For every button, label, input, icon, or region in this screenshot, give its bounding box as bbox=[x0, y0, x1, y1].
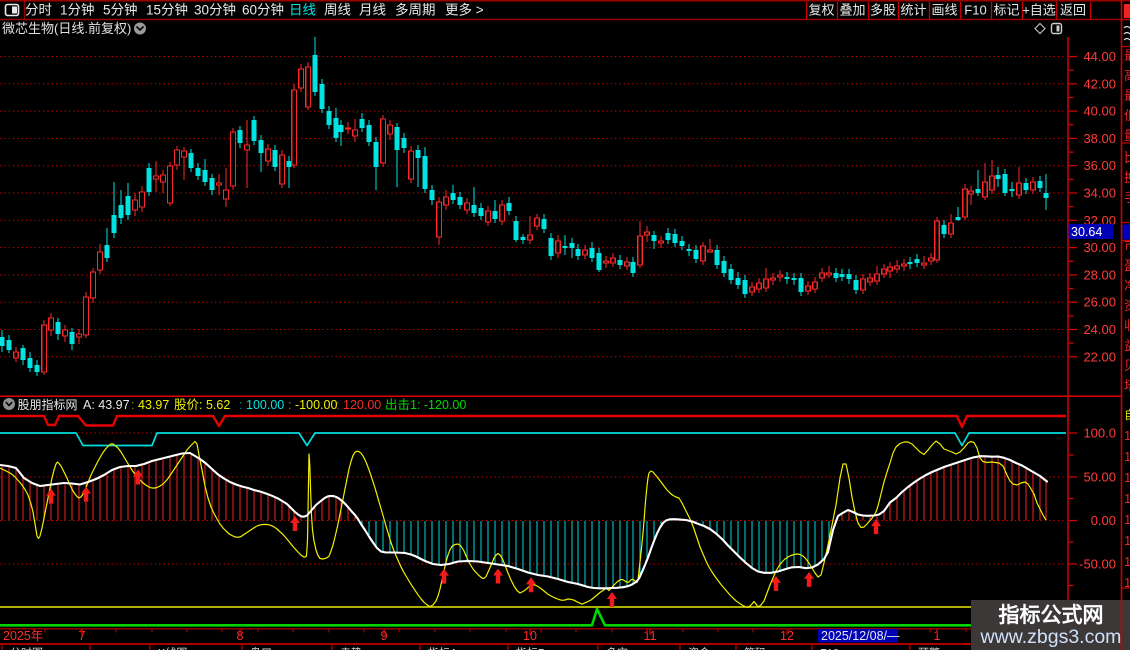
svg-text:多周期: 多周期 bbox=[395, 2, 436, 18]
svg-text:22.00: 22.00 bbox=[1083, 349, 1116, 364]
svg-text:F10: F10 bbox=[964, 3, 986, 18]
svg-text:28.00: 28.00 bbox=[1083, 267, 1116, 282]
svg-text:10: 10 bbox=[1124, 491, 1130, 506]
svg-text:指标公式网: 指标公式网 bbox=[999, 603, 1104, 627]
svg-text:返回: 返回 bbox=[1060, 3, 1086, 18]
svg-text:2025年: 2025年 bbox=[3, 629, 43, 643]
svg-text:叠加: 叠加 bbox=[839, 3, 865, 18]
svg-text:画线: 画线 bbox=[931, 3, 957, 18]
svg-text:分时图: 分时图 bbox=[10, 647, 43, 650]
svg-text:30.64: 30.64 bbox=[1071, 225, 1102, 239]
svg-text:10: 10 bbox=[1124, 512, 1130, 527]
svg-text:多股: 多股 bbox=[870, 3, 896, 18]
svg-text:60分钟: 60分钟 bbox=[242, 2, 284, 18]
svg-text:A: 43.97: A: 43.97 bbox=[83, 398, 130, 412]
svg-text:36.00: 36.00 bbox=[1083, 158, 1116, 173]
svg-text:24.00: 24.00 bbox=[1083, 322, 1116, 337]
svg-text:40.00: 40.00 bbox=[1083, 104, 1116, 119]
svg-text:26.00: 26.00 bbox=[1083, 295, 1116, 310]
svg-text:复权: 复权 bbox=[808, 3, 834, 18]
svg-text:15分钟: 15分钟 bbox=[146, 2, 188, 18]
svg-text:42.00: 42.00 bbox=[1083, 76, 1116, 91]
svg-text:34.00: 34.00 bbox=[1083, 186, 1116, 201]
svg-text:10: 10 bbox=[1124, 449, 1130, 464]
svg-text:最: 最 bbox=[1124, 88, 1130, 103]
svg-text:高: 高 bbox=[1124, 68, 1130, 83]
svg-text:收: 收 bbox=[1124, 318, 1130, 333]
svg-text:周线: 周线 bbox=[324, 3, 351, 18]
svg-text::: : bbox=[239, 398, 242, 412]
svg-text:益: 益 bbox=[1124, 338, 1130, 353]
svg-text:低: 低 bbox=[1124, 108, 1130, 123]
svg-text:44.00: 44.00 bbox=[1083, 49, 1116, 64]
svg-text:-50.00: -50.00 bbox=[1079, 557, 1116, 572]
svg-text:0.00: 0.00 bbox=[1091, 513, 1116, 528]
svg-text::: : bbox=[131, 398, 134, 412]
svg-text:分时: 分时 bbox=[25, 3, 52, 18]
svg-text:www.zbgs3.com: www.zbgs3.com bbox=[980, 626, 1122, 648]
svg-text:标记: 标记 bbox=[993, 3, 1019, 18]
svg-text:盈: 盈 bbox=[1124, 258, 1130, 273]
svg-text:日线: 日线 bbox=[289, 3, 316, 18]
svg-text:换: 换 bbox=[1124, 170, 1130, 185]
svg-text:量: 量 bbox=[1124, 128, 1130, 143]
svg-text:-100.00: -100.00 bbox=[295, 398, 337, 412]
svg-text:10: 10 bbox=[1124, 428, 1130, 443]
svg-text:塔: 塔 bbox=[1124, 378, 1130, 393]
svg-text:比: 比 bbox=[1124, 150, 1130, 165]
svg-text:50.00: 50.00 bbox=[1083, 470, 1116, 485]
svg-text:10: 10 bbox=[1124, 575, 1130, 590]
svg-text:最: 最 bbox=[1124, 48, 1130, 63]
svg-text:100.00: 100.00 bbox=[246, 398, 284, 412]
svg-text:市: 市 bbox=[1124, 238, 1130, 253]
svg-text:微芯生物(日线.前复权): 微芯生物(日线.前复权) bbox=[2, 21, 131, 36]
svg-text:净: 净 bbox=[1124, 278, 1130, 293]
svg-text:30.00: 30.00 bbox=[1083, 240, 1116, 255]
svg-text:10: 10 bbox=[1124, 554, 1130, 569]
svg-text:出击1: -120.00: 出击1: -120.00 bbox=[385, 398, 466, 412]
svg-text:走势: 走势 bbox=[340, 647, 362, 650]
svg-text::: : bbox=[336, 398, 339, 412]
svg-text:38.00: 38.00 bbox=[1083, 131, 1116, 146]
svg-text:1分钟: 1分钟 bbox=[60, 2, 95, 18]
svg-text:股价: 5.62: 股价: 5.62 bbox=[174, 398, 230, 412]
svg-text:43.97: 43.97 bbox=[138, 398, 169, 412]
svg-text:手: 手 bbox=[1124, 190, 1130, 205]
svg-text:10: 10 bbox=[1124, 470, 1130, 485]
svg-text:10: 10 bbox=[1124, 533, 1130, 548]
svg-text:贝: 贝 bbox=[1124, 358, 1130, 373]
svg-text:+自选: +自选 bbox=[1022, 3, 1056, 18]
svg-text:更多 >: 更多 > bbox=[445, 2, 484, 18]
svg-text:统计: 统计 bbox=[900, 3, 926, 18]
svg-text:月线: 月线 bbox=[359, 3, 386, 18]
svg-text:资: 资 bbox=[1124, 298, 1130, 313]
svg-text:100.0: 100.0 bbox=[1083, 426, 1116, 441]
svg-text:5分钟: 5分钟 bbox=[103, 2, 138, 18]
svg-text::: : bbox=[288, 398, 291, 412]
svg-text:自: 自 bbox=[1124, 408, 1130, 422]
svg-text:2025/12/08/—: 2025/12/08/— bbox=[821, 629, 900, 643]
svg-text:120.00: 120.00 bbox=[343, 398, 381, 412]
svg-text:30分钟: 30分钟 bbox=[194, 2, 236, 18]
svg-text:股朋指标网: 股朋指标网 bbox=[18, 397, 78, 412]
